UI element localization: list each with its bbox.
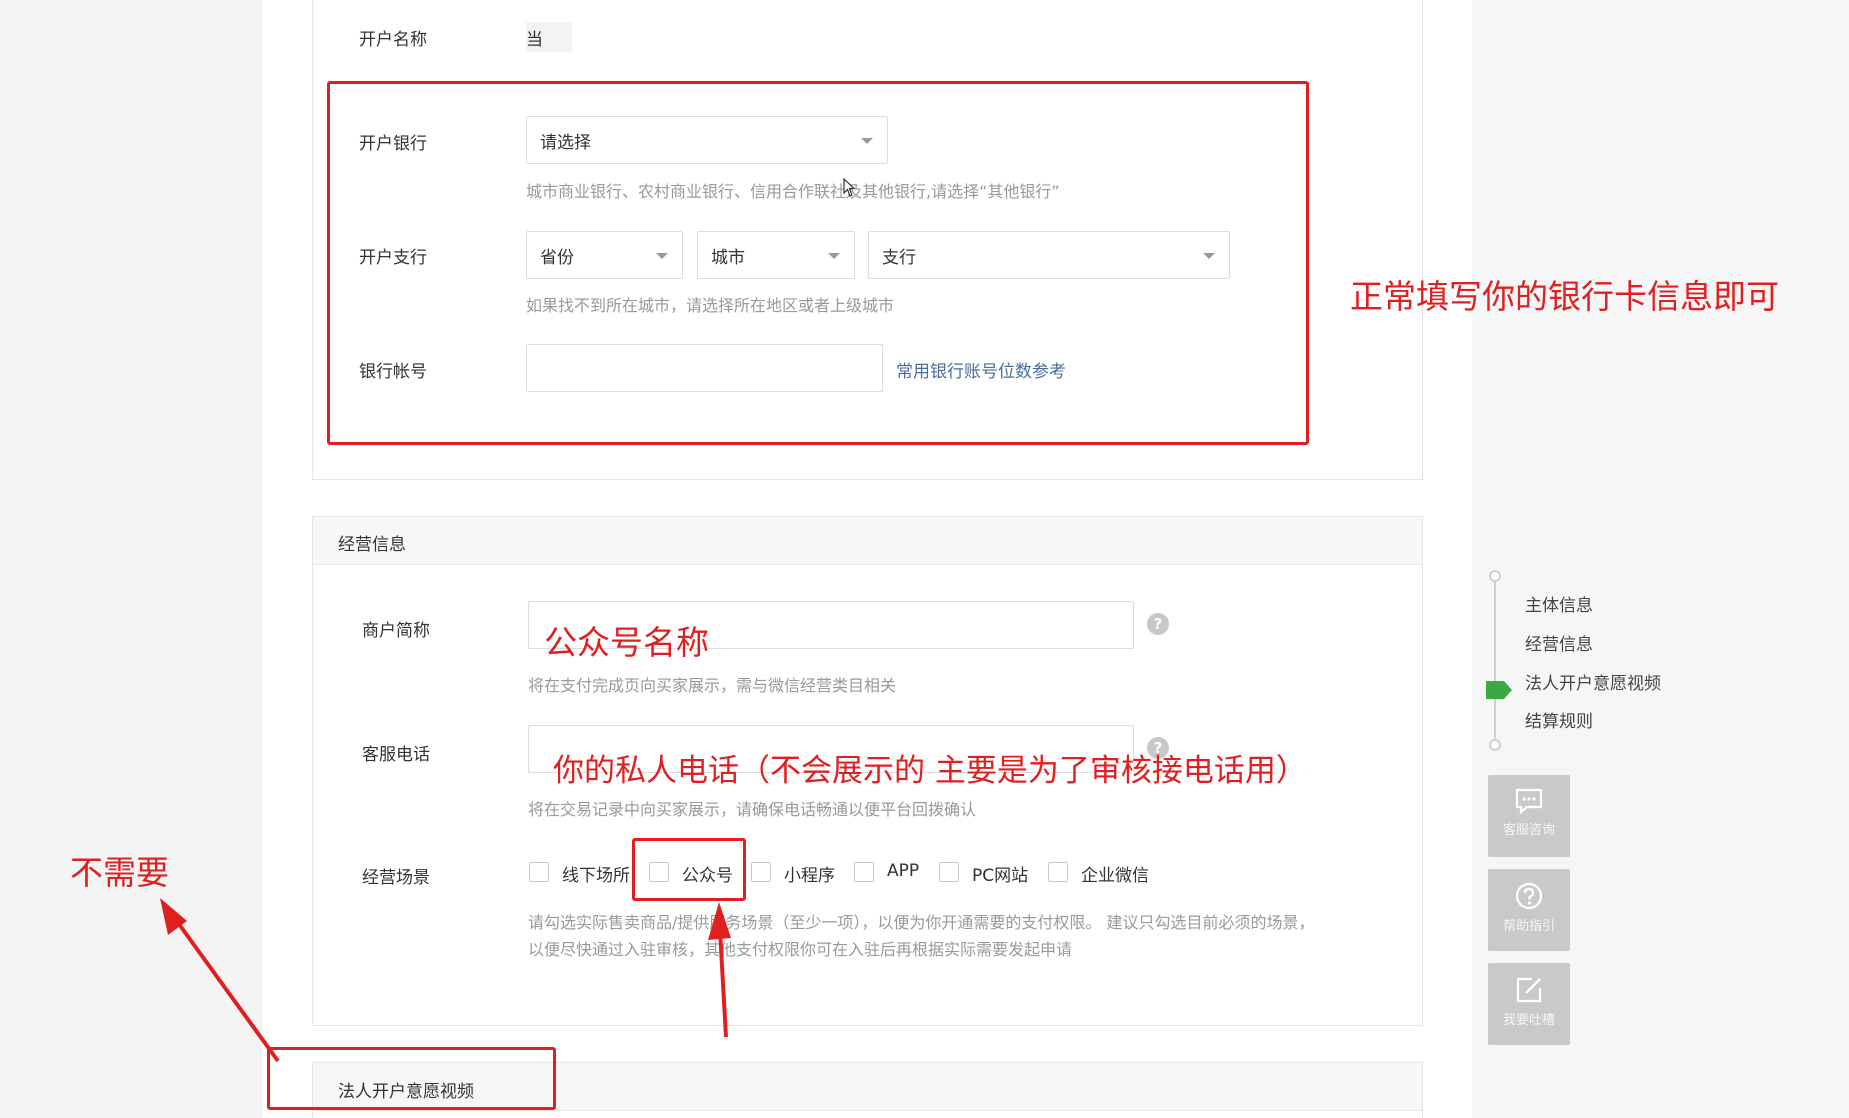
arrow-overlays	[160, 898, 731, 1063]
arrow-up-left-icon	[160, 898, 280, 1063]
arrow-up-icon	[708, 902, 731, 1038]
